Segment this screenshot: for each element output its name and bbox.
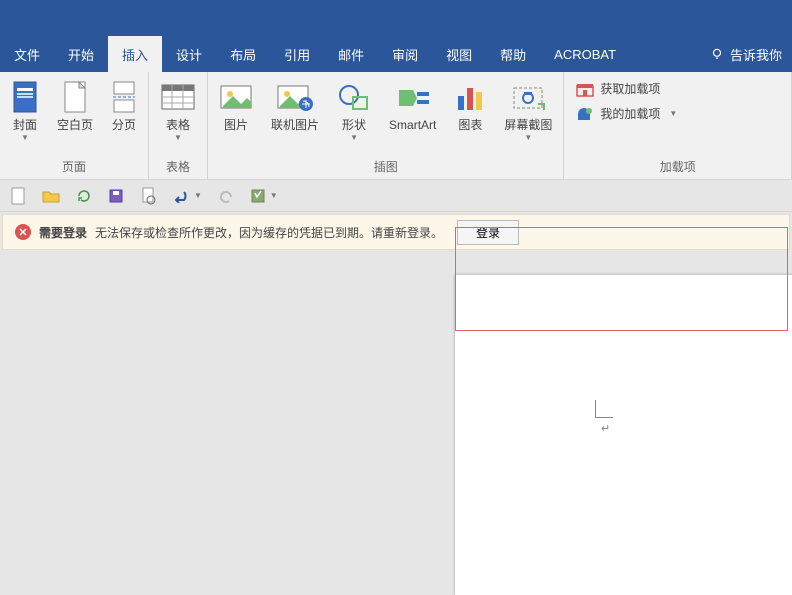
table-icon <box>160 81 196 113</box>
ribbon-tabs: 文件 开始 插入 设计 布局 引用 邮件 审阅 视图 帮助 ACROBAT 告诉… <box>0 36 792 72</box>
smartart-icon <box>395 82 431 112</box>
group-tables-label: 表格 <box>151 156 205 179</box>
chart-icon <box>454 82 486 112</box>
tab-home[interactable]: 开始 <box>54 36 108 72</box>
tab-insert[interactable]: 插入 <box>108 36 162 72</box>
screenshot-button[interactable]: 屏幕截图 ▼ <box>495 74 561 152</box>
cover-page-button[interactable]: 封面 ▼ <box>2 74 48 152</box>
group-tables: 表格 ▼ 表格 <box>149 72 208 179</box>
message-title: 需要登录 <box>39 224 87 241</box>
blank-page-icon <box>62 80 88 114</box>
title-bar <box>0 0 792 36</box>
blank-page-button[interactable]: 空白页 <box>48 74 102 152</box>
login-required-message-bar: ✕ 需要登录 无法保存或检查所作更改，因为缓存的凭据已到期。请重新登录。 登录 <box>2 214 790 250</box>
my-addons-button[interactable]: 我的加载项 ▼ <box>576 105 677 122</box>
cursor-position: ↵ <box>595 400 613 435</box>
shapes-icon <box>337 81 371 113</box>
page-break-button[interactable]: 分页 <box>102 74 146 152</box>
tab-file[interactable]: 文件 <box>0 36 54 72</box>
group-pages: 封面 ▼ 空白页 分页 页面 <box>0 72 149 179</box>
group-addons: 获取加载项 我的加载项 ▼ 加载项 <box>564 72 792 179</box>
caret-down-icon: ▼ <box>669 109 677 118</box>
picture-icon <box>219 82 253 112</box>
tab-layout[interactable]: 布局 <box>216 36 270 72</box>
ribbon: 封面 ▼ 空白页 分页 页面 表格 ▼ 表格 <box>0 72 792 180</box>
print-preview-icon <box>140 187 156 205</box>
login-button[interactable]: 登录 <box>457 220 519 245</box>
caret-down-icon: ▼ <box>524 133 532 142</box>
tab-view[interactable]: 视图 <box>432 36 486 72</box>
tab-mailings[interactable]: 邮件 <box>324 36 378 72</box>
refresh-icon <box>76 188 92 204</box>
tab-review[interactable]: 审阅 <box>378 36 432 72</box>
redo-button[interactable] <box>218 189 234 203</box>
page-break-icon <box>111 80 137 114</box>
lightbulb-icon <box>710 47 724 61</box>
new-doc-button[interactable] <box>10 187 26 205</box>
undo-button[interactable]: ▼ <box>172 189 202 203</box>
message-body: 无法保存或检查所作更改，因为缓存的凭据已到期。请重新登录。 <box>95 224 443 241</box>
chart-button[interactable]: 图表 <box>445 74 495 152</box>
tab-help[interactable]: 帮助 <box>486 36 540 72</box>
cover-page-icon <box>11 80 39 114</box>
store-icon <box>576 81 594 97</box>
tell-me-label: 告诉我你 <box>730 45 782 64</box>
new-doc-icon <box>10 187 26 205</box>
tell-me-search[interactable]: 告诉我你 <box>700 36 792 72</box>
caret-down-icon: ▼ <box>174 133 182 142</box>
document-canvas[interactable]: ↵ <box>0 250 792 590</box>
customize-button[interactable]: ▼ <box>250 188 278 204</box>
group-illustrations-label: 插图 <box>210 156 561 179</box>
quick-access-toolbar: ▼ ▼ <box>0 180 792 212</box>
save-button[interactable] <box>108 188 124 204</box>
group-illustrations: 图片 联机图片 形状 ▼ SmartArt 图表 屏幕截图 <box>208 72 564 179</box>
tab-acrobat[interactable]: ACROBAT <box>540 36 630 72</box>
print-preview-button[interactable] <box>140 187 156 205</box>
refresh-button[interactable] <box>76 188 92 204</box>
smartart-button[interactable]: SmartArt <box>380 74 445 152</box>
tab-references[interactable]: 引用 <box>270 36 324 72</box>
shapes-button[interactable]: 形状 ▼ <box>328 74 380 152</box>
table-button[interactable]: 表格 ▼ <box>151 74 205 152</box>
document-page[interactable]: ↵ <box>455 275 792 595</box>
undo-icon <box>172 189 192 203</box>
folder-open-icon <box>42 189 60 203</box>
save-icon <box>108 188 124 204</box>
online-pictures-button[interactable]: 联机图片 <box>262 74 328 152</box>
tab-design[interactable]: 设计 <box>162 36 216 72</box>
group-pages-label: 页面 <box>2 156 146 179</box>
get-addons-button[interactable]: 获取加载项 <box>576 80 677 97</box>
pictures-button[interactable]: 图片 <box>210 74 262 152</box>
screenshot-icon <box>510 82 546 112</box>
open-button[interactable] <box>42 189 60 203</box>
online-picture-icon <box>276 82 314 112</box>
customize-icon <box>250 188 268 204</box>
caret-down-icon: ▼ <box>21 133 29 142</box>
group-addons-label: 加载项 <box>566 156 789 179</box>
caret-down-icon: ▼ <box>350 133 358 142</box>
error-icon: ✕ <box>15 224 31 240</box>
redo-icon <box>218 189 234 203</box>
addons-icon <box>576 106 594 122</box>
